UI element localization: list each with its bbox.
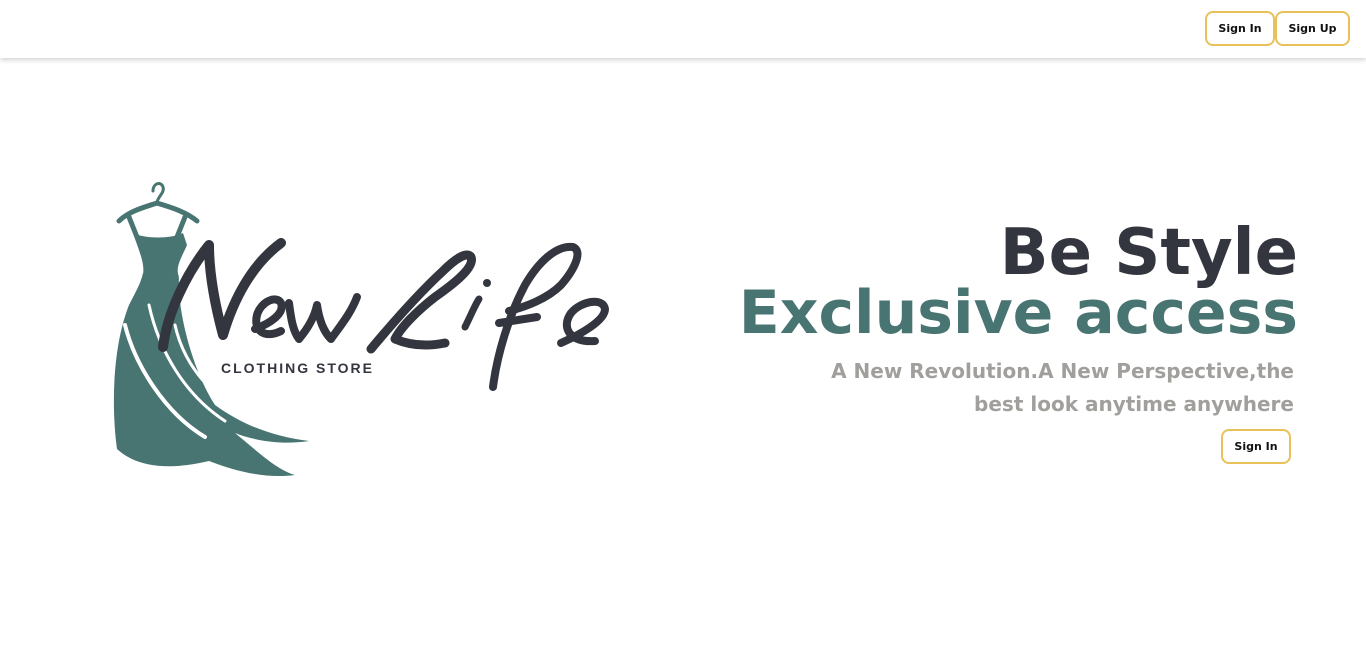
sign-up-button[interactable]: Sign Up — [1275, 11, 1350, 46]
logo-tagline: CLOTHING STORE — [221, 360, 374, 376]
top-navbar: Sign In Sign Up — [0, 0, 1366, 58]
hero-subtitle: A New Revolution.A New Perspective,the b… — [831, 359, 1294, 416]
hero-highlight: Exclusive access — [738, 278, 1298, 348]
sign-in-button[interactable]: Sign In — [1205, 11, 1275, 46]
hero-sign-in-button[interactable]: Sign In — [1221, 429, 1291, 464]
dress-on-hanger-icon: CLOTHING STORE — [113, 182, 609, 477]
newlife-logo: CLOTHING STORE — [105, 175, 625, 495]
